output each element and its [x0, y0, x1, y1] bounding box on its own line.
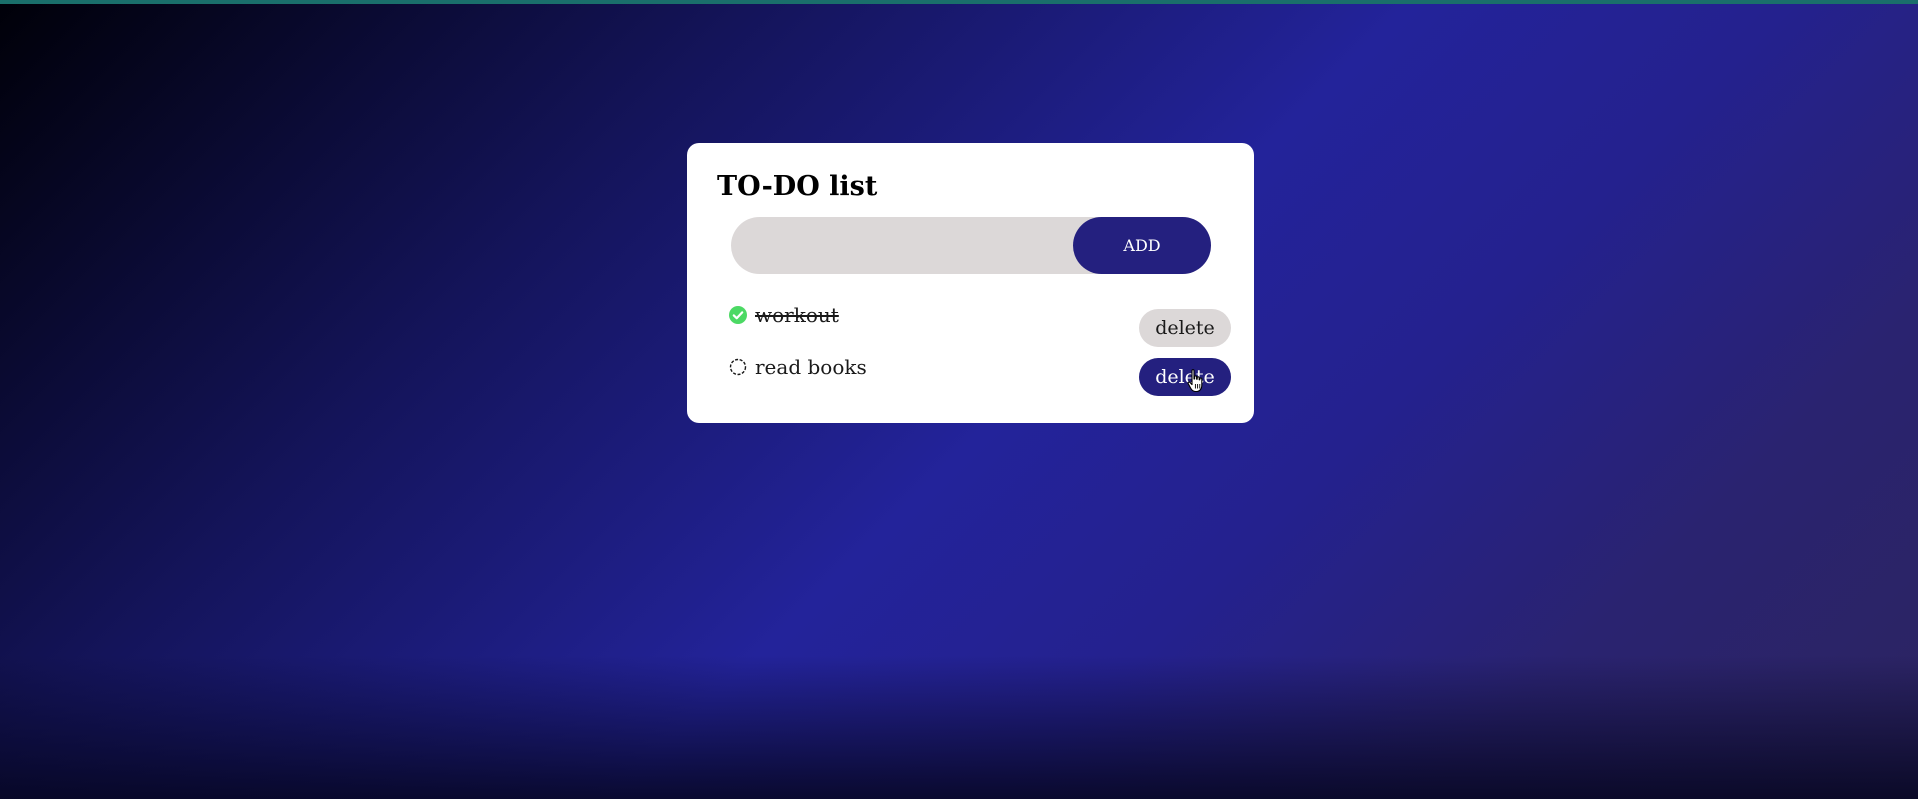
check-circle-icon[interactable]	[729, 306, 747, 324]
delete-button[interactable]: delete	[1139, 309, 1231, 347]
todo-item[interactable]: read books delete	[729, 353, 1231, 396]
task-input[interactable]	[731, 217, 1071, 274]
delete-button[interactable]: delete	[1139, 358, 1231, 396]
empty-circle-icon[interactable]	[729, 358, 747, 376]
top-accent-bar	[0, 0, 1918, 4]
add-task-row: ADD	[731, 217, 1211, 274]
todo-text: read books	[755, 355, 867, 379]
todo-item[interactable]: workout delete	[729, 301, 1231, 347]
todo-text: workout	[755, 303, 839, 327]
add-button[interactable]: ADD	[1073, 217, 1211, 274]
page-title: TO-DO list	[717, 171, 878, 202]
todo-card: TO-DO list ADD workout delete read books…	[687, 143, 1254, 423]
